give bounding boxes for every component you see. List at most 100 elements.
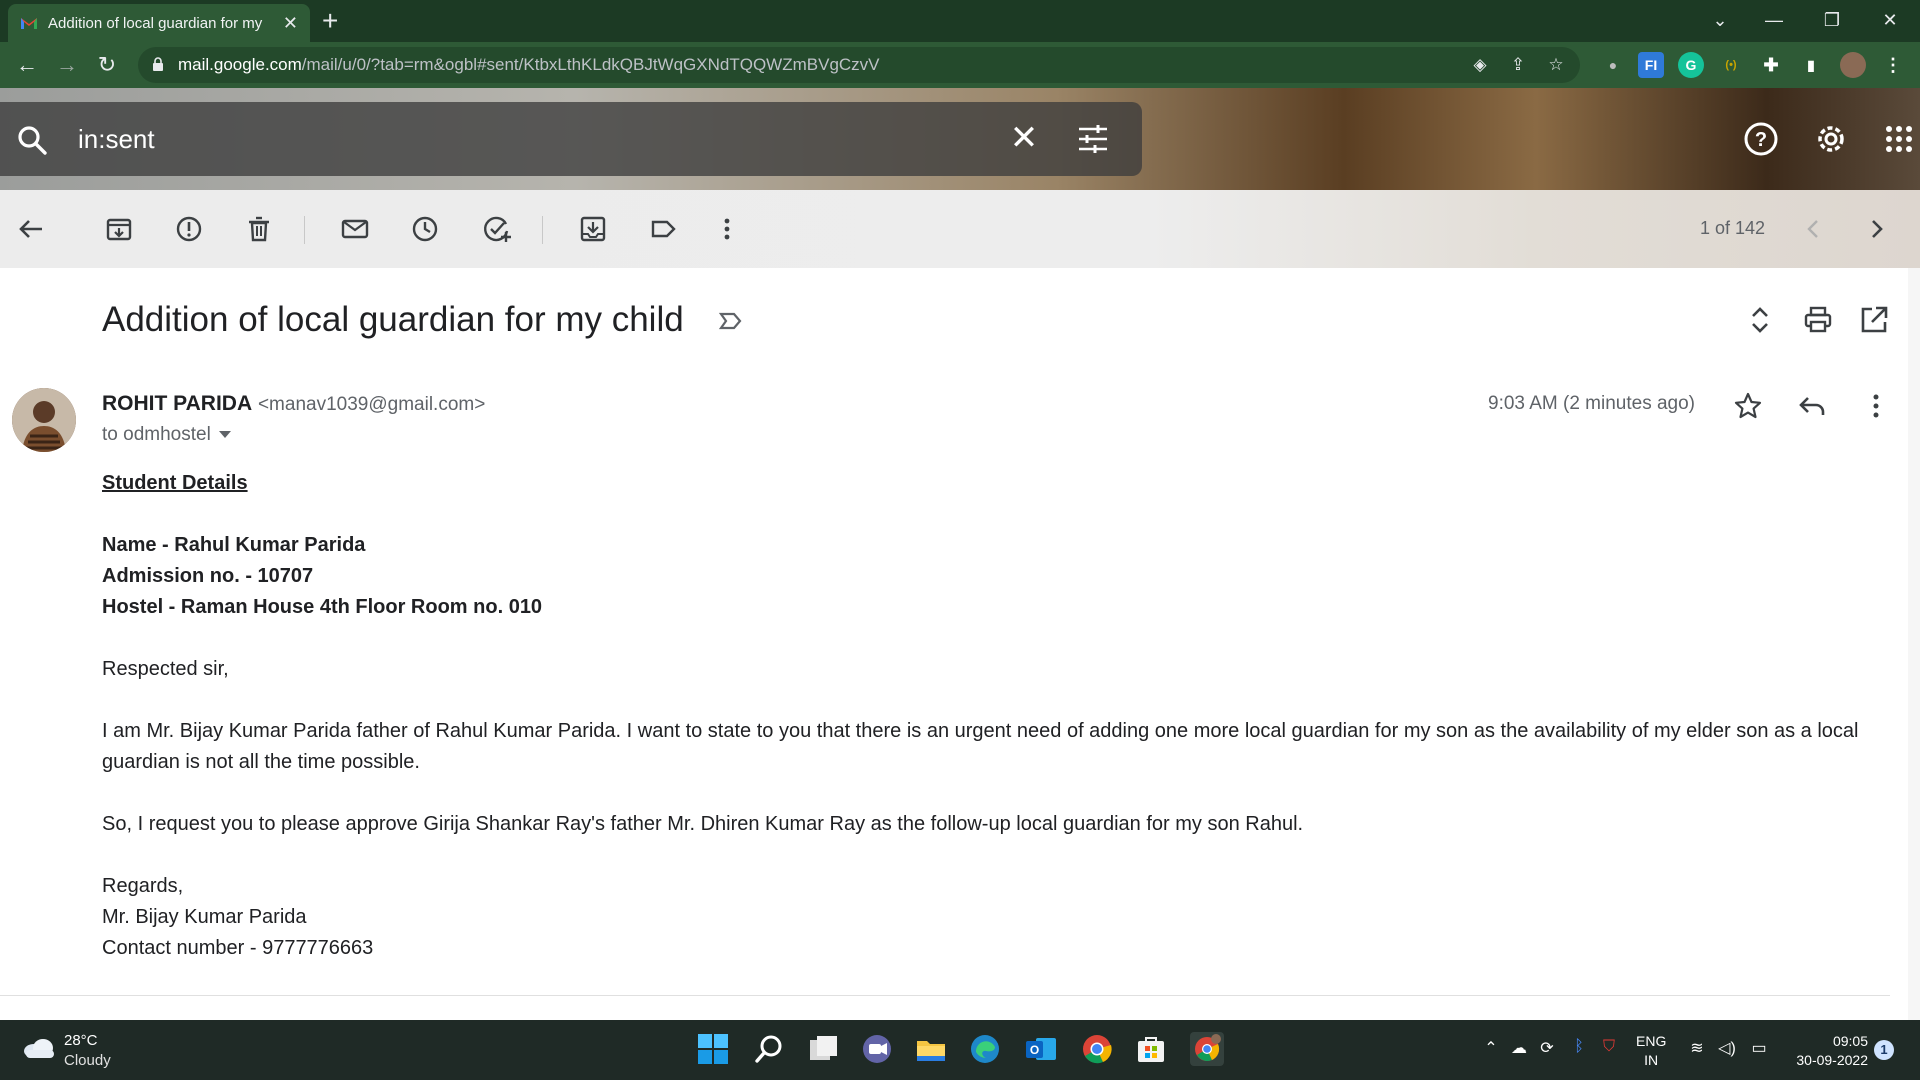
delete-trash-icon[interactable] [244,214,274,244]
teams-chat-icon[interactable] [860,1032,894,1066]
email-body: Student Details Name - Rahul Kumar Parid… [102,468,1892,964]
hostel-line: Hostel - Raman House 4th Floor Room no. … [102,596,543,618]
tab-close-icon[interactable]: ✕ [283,13,298,33]
system-clock[interactable]: 09:05 30-09-2022 [1786,1032,1868,1070]
outlook-icon[interactable]: O [1024,1032,1058,1066]
message-more-icon[interactable] [1860,390,1892,422]
gmail-header: in:sent ✕ ? [0,88,1920,190]
grammarly-icon[interactable]: G [1678,52,1704,78]
hidden-icons-chevron-icon[interactable]: ⌃ [1480,1038,1502,1058]
settings-gear-icon[interactable] [1812,120,1850,158]
back-to-list-icon[interactable] [16,214,46,244]
antivirus-shield-icon[interactable]: ⛉ [1598,1038,1620,1056]
older-chevron-icon[interactable] [1862,214,1892,244]
archive-icon[interactable] [104,214,134,244]
search-icon[interactable] [16,124,48,156]
edge-browser-icon[interactable] [968,1032,1002,1066]
new-tab-button[interactable]: + [322,6,338,36]
important-label-icon[interactable] [718,308,744,334]
language-indicator[interactable]: ENG IN [1636,1032,1666,1070]
scrollbar[interactable] [1908,268,1920,1020]
body-paragraph-1: I am Mr. Bijay Kumar Parida father of Ra… [102,720,1859,773]
snooze-clock-icon[interactable] [410,214,440,244]
url-text: mail.google.com/mail/u/0/?tab=rm&ogbl#se… [178,55,880,75]
microsoft-store-icon[interactable] [1134,1032,1168,1066]
print-icon[interactable] [1802,304,1834,336]
add-to-tasks-icon[interactable] [482,214,512,244]
tab-title: Addition of local guardian for my [48,14,263,32]
url-host: mail.google.com [178,55,302,74]
student-name-line: Name - Rahul Kumar Parida [102,534,366,556]
side-panel-icon[interactable]: ▮ [1798,52,1824,78]
profile-avatar[interactable] [1840,52,1866,78]
toolbar-divider [304,216,305,244]
extensions-puzzle-icon[interactable]: ✚ [1758,52,1784,78]
help-icon[interactable]: ? [1742,120,1780,158]
chrome-profile-icon[interactable] [1190,1032,1224,1066]
message-action-toolbar: 1 of 142 [0,190,1920,268]
volume-icon[interactable]: ◁) [1716,1038,1738,1058]
clock-time: 09:05 [1832,1033,1868,1049]
admission-line: Admission no. - 10707 [102,565,314,587]
recipient-line[interactable]: to odmhostel [102,424,231,446]
lock-icon [153,57,163,71]
greeting-line: Respected sir, [102,658,229,680]
eye-icon[interactable]: ◈ [1468,53,1492,77]
newer-chevron-icon[interactable] [1798,214,1828,244]
sender-name[interactable]: ROHIT PARIDA [102,392,252,415]
avatar-photo-icon [12,388,76,452]
star-icon[interactable] [1732,390,1764,422]
forward-arrow-icon[interactable]: → [52,50,82,80]
address-bar[interactable]: mail.google.com/mail/u/0/?tab=rm&ogbl#se… [138,47,1580,83]
sender-avatar[interactable] [12,388,76,452]
cloudy-weather-icon[interactable] [22,1036,56,1060]
reload-icon[interactable]: ↻ [92,50,122,80]
share-icon[interactable]: ⇪ [1506,53,1530,77]
extension-fi-icon[interactable]: FI [1638,52,1664,78]
email-timestamp: 9:03 AM (2 minutes ago) [1488,393,1695,414]
google-apps-icon[interactable] [1880,120,1918,158]
svg-text:?: ? [1755,129,1767,151]
message-divider [0,995,1890,996]
report-spam-icon[interactable] [174,214,204,244]
browser-toolbar: ← → ↻ mail.google.com/mail/u/0/?tab=rm&o… [0,42,1920,88]
windows-start-icon[interactable] [696,1032,730,1066]
toolbar-divider [542,216,543,244]
browser-tab-gmail[interactable]: Addition of local guardian for my ✕ [8,4,310,42]
label-icon[interactable] [648,214,678,244]
restore-button[interactable]: ❐ [1818,6,1846,34]
notification-badge[interactable]: 1 [1874,1040,1894,1060]
clear-search-icon[interactable]: ✕ [1006,120,1042,156]
expand-all-icon[interactable] [1744,304,1776,336]
tab-search-chevron-icon[interactable]: ⌄ [1706,6,1734,34]
url-path: /mail/u/0/?tab=rm&ogbl#sent/KtbxLthKLdkQ… [301,55,880,74]
extension-mic-icon[interactable]: ● [1600,52,1626,78]
onedrive-cloud-icon[interactable]: ☁ [1508,1038,1530,1058]
minimize-button[interactable]: — [1760,6,1788,34]
taskbar-search-icon[interactable] [752,1032,786,1066]
battery-icon[interactable]: ▭ [1748,1038,1770,1058]
bookmark-star-icon[interactable]: ☆ [1544,53,1568,77]
move-to-icon[interactable] [578,214,608,244]
recipient-details-chevron-icon[interactable] [218,431,231,439]
body-heading: Student Details [102,472,248,494]
sender-email: <manav1039@gmail.com> [257,394,486,415]
chrome-menu-icon[interactable]: ⋮ [1880,52,1906,78]
mark-unread-icon[interactable] [340,214,370,244]
open-new-window-icon[interactable] [1858,304,1890,336]
reply-icon[interactable] [1796,390,1828,422]
sender-line: ROHIT PARIDA <manav1039@gmail.com> [102,392,485,416]
chrome-icon[interactable] [1080,1032,1114,1066]
close-window-button[interactable]: ✕ [1876,6,1904,34]
extension-radio-icon[interactable]: (•) [1718,52,1744,78]
more-options-icon[interactable] [712,214,742,244]
search-bar[interactable]: in:sent ✕ [0,102,1142,176]
wifi-icon[interactable]: ≋ [1686,1038,1708,1058]
sync-icon[interactable]: ⟳ [1536,1038,1558,1058]
bluetooth-icon[interactable]: ᛒ [1568,1038,1590,1056]
search-options-icon[interactable] [1076,122,1110,156]
search-input[interactable]: in:sent [78,124,155,155]
file-explorer-icon[interactable] [914,1032,948,1066]
back-arrow-icon[interactable]: ← [12,50,42,80]
task-view-icon[interactable] [806,1032,840,1066]
